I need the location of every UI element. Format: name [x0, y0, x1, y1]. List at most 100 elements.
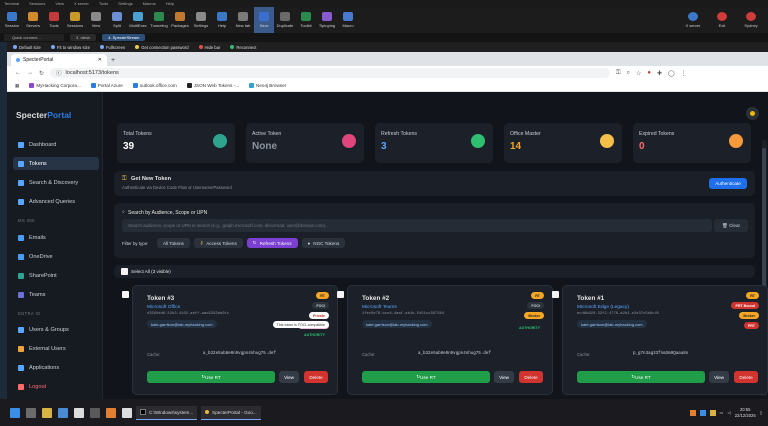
bookmark-star-icon[interactable]: ☆	[636, 70, 641, 77]
sidebar-item-external-users[interactable]: External Users	[13, 342, 99, 355]
rdp-hide-bar[interactable]: Hide bar	[198, 45, 220, 50]
menu-item[interactable]: X server	[74, 1, 89, 6]
delete-button[interactable]: Delete	[519, 371, 543, 383]
tray-app-icon[interactable]	[689, 409, 696, 416]
sidebar-item-dashboard[interactable]: Dashboard	[13, 138, 99, 151]
sidebar-item-users-groups[interactable]: Users & Groups	[13, 323, 99, 336]
token-select-checkbox[interactable]	[122, 291, 129, 298]
taskbar-app-icon[interactable]	[74, 407, 84, 418]
apps-grid-icon[interactable]: ▦	[15, 83, 19, 89]
moba-tool-settings[interactable]: Settings	[191, 7, 211, 33]
bookmark-item[interactable]: MyHacking Corpora...	[29, 83, 81, 88]
taskbar-folder-icon[interactable]	[42, 407, 52, 418]
tab-specterportal[interactable]: SpecterPortal ✕	[11, 54, 107, 66]
bookmark-item[interactable]: Neo4j Browser	[249, 83, 286, 88]
session-tab-rdesk[interactable]: 3. rdesk	[70, 34, 97, 41]
extensions-puzzle-icon[interactable]: ✚	[657, 70, 662, 77]
bookmark-item[interactable]: outlook.office.com	[132, 83, 177, 88]
filter-all-tokens[interactable]: All Tokens	[157, 238, 190, 248]
moba-tool-sessions[interactable]: Sessions	[65, 7, 85, 33]
sidebar-item-applications[interactable]: Applications	[13, 361, 99, 374]
profile-icon[interactable]: ◯	[668, 70, 675, 77]
rdp-reconnect[interactable]: Reconnect	[230, 45, 256, 50]
token-card[interactable]: Token #1 Microsoft Edge (Legacy) ecd6b820-…	[562, 285, 768, 395]
sidebar-item-onedrive[interactable]: OneDrive	[13, 250, 99, 263]
moba-tool-multiexec[interactable]: MultiExec	[128, 7, 148, 33]
network-icon[interactable]: ▭	[720, 410, 724, 415]
back-icon[interactable]: ←	[15, 70, 21, 76]
menu-item[interactable]: View	[55, 1, 64, 6]
view-button[interactable]: View	[279, 371, 299, 383]
filter-access-tokens[interactable]: ⚷ Access Tokens	[193, 238, 243, 248]
address-bar[interactable]: ⓘ localhost:5173/tokens	[50, 68, 611, 78]
sidebar-item-advanced-queries[interactable]: Advanced Queries	[13, 195, 99, 208]
moba-tool-toolkit[interactable]: Toolkit	[296, 7, 316, 33]
notification-icon[interactable]: ▯	[760, 410, 762, 415]
rdp-fit-to-window-size[interactable]: Fit to window size	[50, 45, 90, 50]
session-tab-specter[interactable]: 4. SpecterStream	[102, 34, 146, 41]
token-select-checkbox[interactable]	[552, 291, 559, 298]
windows-start-icon[interactable]	[10, 407, 20, 418]
clock[interactable]: 20:55 22/12/2025	[735, 407, 756, 419]
taskbar-app-icon[interactable]	[90, 407, 100, 418]
mobaxterm-sidebar[interactable]	[0, 42, 7, 399]
forward-icon[interactable]: →	[27, 70, 33, 76]
filter-refresh-tokens[interactable]: ↻ Refresh Tokens	[246, 238, 298, 248]
quick-connect-input[interactable]: Quick connect...	[4, 34, 64, 41]
rdp-get-connection-password[interactable]: Get connection password	[135, 45, 189, 50]
moba-tool-session[interactable]: Session	[2, 7, 22, 33]
volume-icon[interactable]: ◁	[727, 410, 730, 415]
view-button[interactable]: View	[709, 371, 729, 383]
moba-tool-exit[interactable]: Exit	[712, 7, 732, 33]
clear-button[interactable]: 🗑 Clear	[714, 219, 748, 232]
reload-icon[interactable]: ↻	[39, 70, 44, 77]
menu-kebab-icon[interactable]: ⋮	[681, 70, 687, 77]
moba-tool-servers[interactable]: Servers	[23, 7, 43, 33]
taskbar-app-icon[interactable]	[122, 407, 132, 418]
taskbar-window-cmd[interactable]: C:\Windows\system...	[136, 405, 198, 420]
token-card[interactable]: Token #3 Microsoft Office d3590ed6-52b3-41…	[132, 285, 338, 395]
moba-tool-split[interactable]: Split	[107, 7, 127, 33]
moba-tool-tunneling[interactable]: Tunneling	[149, 7, 169, 33]
bookmark-item[interactable]: Portal Azure	[90, 83, 123, 88]
moba-tool-macro[interactable]: Macro	[338, 7, 358, 33]
sidebar-item-teams[interactable]: Teams	[13, 288, 99, 301]
menu-item[interactable]: Macros	[143, 1, 156, 6]
logout-button[interactable]: Logout	[13, 380, 99, 393]
moba-tool-view[interactable]: View	[86, 7, 106, 33]
new-tab-button[interactable]: +	[111, 57, 115, 66]
moba-tool-x-server[interactable]: X server	[683, 7, 703, 33]
site-info-icon[interactable]: ⓘ	[56, 69, 62, 77]
moba-tool-tools[interactable]: Tools	[44, 7, 64, 33]
menu-item[interactable]: Tools	[99, 1, 108, 6]
taskbar-window-chrome[interactable]: SpecterPortal - Goo...	[201, 405, 261, 420]
token-card[interactable]: Token #2 Microsoft Teams 1fec8e78-bce4-4aa…	[347, 285, 553, 395]
taskbar-app-icon[interactable]	[26, 407, 36, 418]
user-status-button[interactable]	[746, 107, 759, 120]
extension-icon[interactable]: ●	[647, 70, 651, 76]
sidebar-item-emails[interactable]: Emails	[13, 231, 99, 244]
bookmark-item[interactable]: JSON Web Tokens -...	[186, 83, 239, 88]
taskbar-app-icon[interactable]	[106, 407, 116, 418]
use-rt-button[interactable]: ↻ Use RT	[577, 371, 705, 383]
delete-button[interactable]: Delete	[734, 371, 758, 383]
taskbar-app-icon[interactable]	[58, 407, 68, 418]
search-input[interactable]: Search audience, scope or UPN to search …	[122, 219, 712, 232]
token-select-checkbox[interactable]	[337, 291, 344, 298]
sidebar-item-search-discovery[interactable]: Search & Discovery	[13, 176, 99, 189]
menu-item[interactable]: Terminal	[4, 1, 19, 6]
delete-button[interactable]: Delete	[304, 371, 328, 383]
menu-item[interactable]: Help	[166, 1, 174, 6]
filter-ngc-tokens[interactable]: ● NGC Tokens	[301, 238, 346, 248]
authenticate-button[interactable]: Authenticate	[709, 178, 747, 189]
moba-tool-sydney[interactable]: Sydney	[741, 7, 761, 33]
menu-item[interactable]: Settings	[118, 1, 132, 6]
tray-app-icon[interactable]	[699, 409, 706, 416]
tray-app-icon[interactable]	[709, 409, 716, 416]
rdp-fullscreen[interactable]: Fullscreen	[99, 45, 125, 50]
key-icon[interactable]: ⚿	[616, 70, 621, 77]
menu-item[interactable]: Sessions	[29, 1, 45, 6]
sidebar-item-sharepoint[interactable]: SharePoint	[13, 269, 99, 282]
close-tab-icon[interactable]: ✕	[98, 57, 102, 63]
moba-tool-new-tab[interactable]: New tab	[233, 7, 253, 33]
